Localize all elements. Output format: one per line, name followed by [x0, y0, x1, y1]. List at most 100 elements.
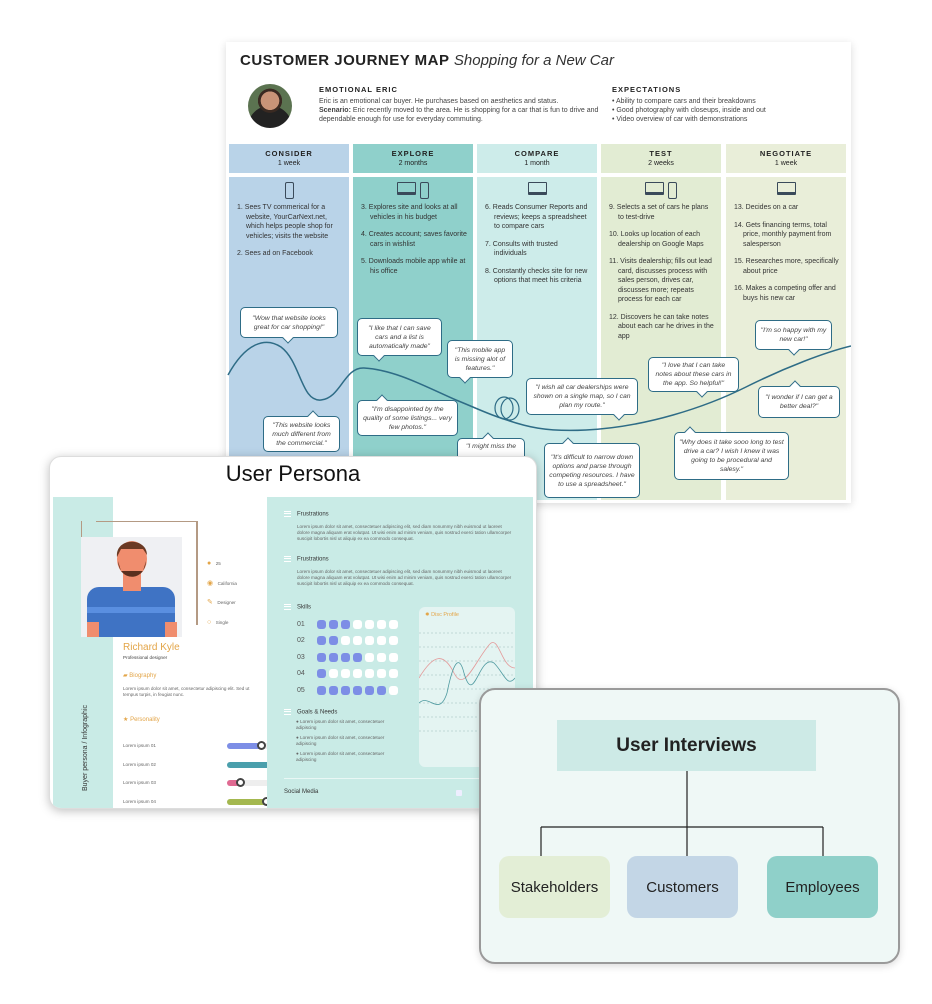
skill-dot [341, 669, 350, 679]
biography-text: Lorem ipsum dolor sit amet, consectetur … [123, 686, 250, 697]
quote-bubble: "This mobile app is missing alot of feat… [447, 340, 513, 378]
persona-role: Professional designer [123, 655, 168, 660]
list-icon [284, 709, 291, 715]
fact-location: ◉ California [207, 579, 237, 587]
skill-dot [353, 636, 362, 646]
skill-dot [341, 619, 350, 629]
personality-label: Lorem ipsum 04 [123, 798, 156, 804]
persona-card-title: User Persona [225, 461, 361, 486]
side-label: Buyer persona / Infographic [82, 705, 89, 791]
social-icon[interactable] [456, 790, 462, 796]
skill-dot [317, 636, 326, 646]
ring-icon: ○ [207, 618, 212, 626]
skill-dot [377, 652, 386, 662]
personality-heading: ★ Personality [123, 717, 160, 723]
skill-dot [353, 652, 362, 662]
skill-dot [389, 636, 398, 646]
skill-dot [353, 685, 362, 695]
skill-dot [353, 669, 362, 679]
skill-dot [329, 652, 338, 662]
persona-profile-column: ● 25 ◉ California ✎ Designer ○ Single Ri… [81, 497, 319, 808]
quote-bubble: "I love that I can take notes about thes… [648, 357, 739, 392]
goals-list: ● Lorem ipsum dolor sit amet, consectetu… [296, 719, 406, 763]
tools-icon: ✎ [207, 599, 213, 606]
fact-job: ✎ Designer [207, 599, 236, 606]
persona-facts: ● 25 ◉ California ✎ Designer ○ Single [207, 553, 237, 631]
user-interviews-diagram: User Interviews Stakeholders Customers E… [479, 688, 900, 964]
star-icon: ★ [123, 717, 129, 723]
stakeholders-node: Stakeholders [499, 856, 610, 918]
skill-row: 05 [297, 682, 398, 699]
skill-dot [389, 619, 398, 629]
skill-dot [389, 669, 398, 679]
skill-dot [365, 619, 374, 629]
goal-item: ● Lorem ipsum dolor sit amet, consectetu… [296, 735, 385, 746]
quote-bubble: "This website looks much different from … [263, 416, 340, 452]
skill-dot [317, 685, 326, 695]
personality-label: Lorem ipsum 01 [123, 743, 156, 748]
personality-label: Lorem ipsum 02 [123, 761, 156, 767]
fact-status: ○ Single [207, 618, 229, 626]
biography-heading: ▰ Biography [123, 673, 157, 679]
skill-dot [329, 636, 338, 646]
skills-grid: 01 02 03 04 05 [297, 616, 398, 699]
person-icon: ● [207, 560, 212, 567]
frame-line [81, 521, 82, 537]
quote-bubble: "I wonder if I can get a better deal?" [758, 386, 840, 418]
frame-line [197, 521, 198, 625]
skill-dot [317, 669, 326, 679]
skill-dot [341, 685, 350, 695]
folder-icon: ▰ [123, 673, 128, 679]
employees-node: Employees [767, 856, 878, 918]
disc-profile-title: ✹ Disc Profile [425, 612, 459, 618]
quote-bubble: "It's difficult to narrow down options a… [544, 443, 640, 498]
gear-icon: ✹ [425, 612, 430, 618]
skill-dot [353, 619, 362, 629]
location-icon: ◉ [207, 579, 214, 587]
skill-dot [317, 619, 326, 629]
skill-dot [365, 669, 374, 679]
tree-connectors [540, 771, 824, 856]
social-media-label: Social Media [284, 789, 319, 795]
personality-label: Lorem ipsum 03 [123, 780, 156, 785]
skill-dot [377, 669, 386, 679]
goal-item: ● Lorem ipsum dolor sit amet, consectetu… [296, 751, 385, 762]
goal-item: ● Lorem ipsum dolor sit amet, consectetu… [296, 719, 385, 730]
list-icon [284, 604, 291, 610]
persona-name: Richard Kyle [123, 642, 180, 653]
skill-dot [329, 669, 338, 679]
frustrations-2: Frustrations Lorem ipsum dolor sit amet,… [284, 556, 514, 587]
skill-dot [377, 619, 386, 629]
skill-dot [389, 652, 398, 662]
skill-dot [329, 685, 338, 695]
goals-heading: Goals & Needs [284, 709, 337, 716]
skill-row: 02 [297, 633, 398, 650]
avatar-illustration [87, 541, 177, 637]
skill-dot [365, 636, 374, 646]
fact-age: ● 25 [207, 560, 221, 567]
list-icon [284, 511, 291, 517]
quote-bubble: "I'm disappointed by the quality of some… [357, 400, 458, 436]
persona-avatar [81, 537, 182, 637]
skill-dot [317, 652, 326, 662]
quote-bubble: "Wow that website looks great for car sh… [240, 307, 338, 338]
quote-bubble: "I like that I can save cars and a list … [357, 318, 442, 356]
skill-dot [341, 652, 350, 662]
customers-node: Customers [627, 856, 738, 918]
skill-dot [377, 685, 386, 695]
quote-bubble: "Why does it take sooo long to test driv… [674, 432, 789, 480]
quote-bubble: "I'm so happy with my new car!" [755, 320, 832, 350]
skills-heading: Skills [284, 604, 311, 611]
list-icon [284, 556, 291, 562]
frustrations-1: Frustrations Lorem ipsum dolor sit amet,… [284, 511, 514, 542]
quote-bubble: "I wish all car dealerships were shown o… [526, 378, 638, 415]
skill-row: 04 [297, 666, 398, 683]
skill-row: 03 [297, 649, 398, 666]
slider-knob[interactable] [256, 741, 266, 750]
skill-dot [341, 636, 350, 646]
skill-dot [329, 619, 338, 629]
skill-dot [365, 685, 374, 695]
skill-dot [389, 685, 398, 695]
skill-dot [377, 636, 386, 646]
slider-knob[interactable] [235, 778, 245, 787]
